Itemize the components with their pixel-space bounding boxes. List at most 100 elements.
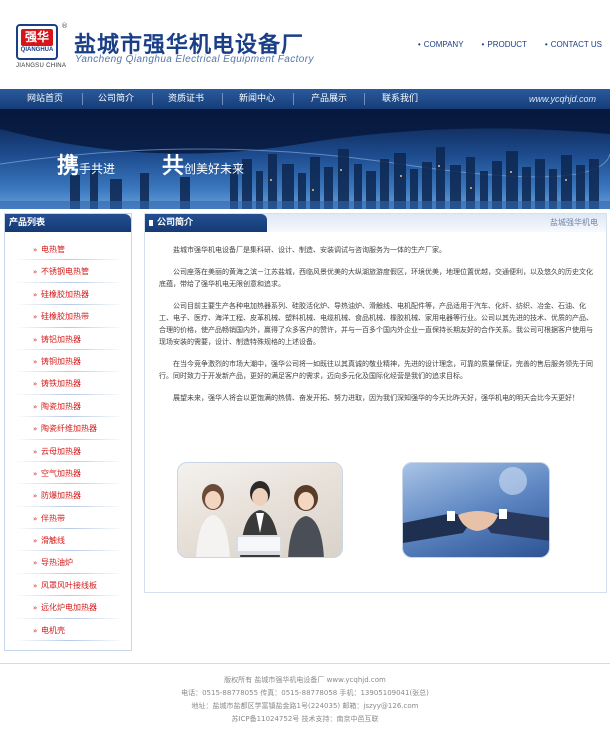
sidebar-product-label: 电热管 bbox=[41, 245, 65, 254]
breadcrumb: 盐城强华机电 bbox=[550, 218, 598, 227]
sidebar-product-label: 云母加热器 bbox=[41, 446, 81, 456]
sidebar-product-label: 导热油炉 bbox=[41, 558, 73, 568]
sidebar-product-label: 铸铝加热器 bbox=[41, 334, 81, 344]
team-photo-image bbox=[196, 481, 324, 557]
double-arrow-icon: » bbox=[33, 626, 38, 635]
sidebar-product-item[interactable]: » 硅橡胶加热器 bbox=[5, 285, 131, 307]
product-list: » 电热管» 不锈钢电热管» 硅橡胶加热器» 硅橡胶加热带» 铸铝加热器» 铸铜加热器» 铸铁… bbox=[5, 240, 131, 643]
sidebar-product-item[interactable]: » 电热管 bbox=[5, 240, 131, 262]
item-divider bbox=[15, 304, 125, 306]
nav-item-home[interactable]: 网站首页 bbox=[10, 89, 80, 109]
slogan-2-rest: 创美好未来 bbox=[184, 162, 245, 176]
bullet-icon bbox=[149, 220, 153, 226]
double-arrow-icon: » bbox=[33, 402, 38, 411]
sidebar-product-label: 陶瓷加热器 bbox=[41, 401, 81, 411]
double-arrow-icon: » bbox=[33, 514, 38, 523]
double-arrow-icon: » bbox=[33, 559, 38, 568]
slogan-1-rest: 手共进 bbox=[79, 162, 116, 176]
dot-icon: • bbox=[417, 40, 421, 49]
double-arrow-icon: » bbox=[33, 447, 38, 456]
item-divider bbox=[15, 281, 125, 283]
main-content: 公司简介 盐城强华机电 盐城市强华机电设备厂是集科研、设计、制造、安装调试与咨询… bbox=[144, 213, 607, 593]
item-divider bbox=[15, 528, 125, 530]
sidebar-product-item[interactable]: » 滑触线 bbox=[5, 531, 131, 553]
paragraph: 公司座落在美丽的黄海之滨－江苏盐城，西临风景优美的大纵湖旅游度假区，环境优美，地… bbox=[159, 268, 593, 288]
sidebar-product-item[interactable]: » 云母加热器 bbox=[5, 442, 131, 464]
top-link-company[interactable]: • COMPANY bbox=[418, 40, 464, 49]
double-arrow-icon: » bbox=[33, 313, 38, 322]
sidebar-product-item[interactable]: » 陶瓷加热器 bbox=[5, 397, 131, 419]
sidebar-product-label: 风罩风叶接线板 bbox=[41, 580, 97, 590]
double-arrow-icon: » bbox=[33, 604, 38, 613]
sidebar-product-item[interactable]: » 风罩风叶接线板 bbox=[5, 576, 131, 598]
footer-address: 地址：盐城市盐都区学富镇盐金路1号(224035) 邮箱：jszyy@126.c… bbox=[191, 702, 419, 710]
handshake-image bbox=[403, 467, 549, 543]
nav-item-certificates[interactable]: 资质证书 bbox=[151, 89, 221, 109]
item-divider bbox=[15, 326, 125, 328]
item-divider bbox=[15, 617, 125, 619]
double-arrow-icon: » bbox=[33, 357, 38, 366]
nav-item-about[interactable]: 公司简介 bbox=[81, 89, 151, 109]
double-arrow-icon: » bbox=[33, 492, 38, 501]
paragraph: 公司目前主要生产各种电加热器系列、硅胶活化炉、导热油炉、滑触线、电机配件等，产品… bbox=[159, 302, 593, 346]
paragraph: 在当今竞争激烈的市场大潮中，强华公司将一如既往以其真诚的敬业精神，先进的设计理念… bbox=[159, 360, 593, 380]
sidebar-product-item[interactable]: » 不锈钢电热管 bbox=[5, 262, 131, 284]
company-name-en: Yancheng Qianghua Electrical Equipment F… bbox=[75, 54, 314, 65]
sidebar-product-label: 伴热带 bbox=[41, 513, 65, 523]
sidebar-product-item[interactable]: » 导热油炉 bbox=[5, 553, 131, 575]
content-header: 公司简介 盐城强华机电 bbox=[145, 214, 606, 232]
sidebar-product-item[interactable]: » 伴热带 bbox=[5, 509, 131, 531]
top-link-label: PRODUCT bbox=[487, 40, 527, 49]
item-divider bbox=[15, 348, 125, 350]
sidebar-product-item[interactable]: » 硅橡胶加热带 bbox=[5, 307, 131, 329]
sidebar-product-item[interactable]: » 空气加热器 bbox=[5, 464, 131, 486]
double-arrow-icon: » bbox=[33, 268, 38, 277]
sidebar-product-label: 防爆加热器 bbox=[41, 491, 81, 501]
handshake-photo bbox=[402, 462, 550, 558]
item-divider bbox=[15, 595, 125, 597]
footer-copyright: 版权所有 盐城市强华机电设备厂 www.ycqhjd.com bbox=[224, 676, 386, 684]
sidebar-product-item[interactable]: » 远化炉电加热器 bbox=[5, 598, 131, 620]
company-logo[interactable]: 强华 QIANGHUA bbox=[16, 24, 58, 60]
nav-item-contact[interactable]: 联系我们 bbox=[365, 89, 435, 109]
sidebar-product-item[interactable]: » 铸铜加热器 bbox=[5, 352, 131, 374]
nav-domain: www.ycqhjd.com bbox=[528, 94, 596, 104]
sidebar-product-item[interactable]: » 铸铁加热器 bbox=[5, 374, 131, 396]
slogan-1-big: 携 bbox=[57, 154, 80, 179]
sidebar-product-label: 铸铜加热器 bbox=[41, 356, 81, 366]
item-divider bbox=[15, 550, 125, 552]
double-arrow-icon: » bbox=[33, 290, 38, 299]
top-link-label: COMPANY bbox=[423, 40, 464, 49]
top-link-label: CONTACT US bbox=[550, 40, 602, 49]
site-header: 强华 QIANGHUA ® JIANGSU CHINA 盐城市强华机电设备厂 Y… bbox=[0, 0, 610, 88]
sidebar-product-label: 不锈钢电热管 bbox=[41, 267, 89, 277]
item-divider bbox=[15, 371, 125, 373]
main-nav: 网站首页 公司简介 资质证书 新闻中心 产品展示 联系我们 www.ycqhjd… bbox=[0, 89, 610, 109]
top-link-product[interactable]: • PRODUCT bbox=[482, 40, 527, 49]
item-divider bbox=[15, 505, 125, 507]
item-divider bbox=[15, 259, 125, 261]
top-link-contact[interactable]: • CONTACT US bbox=[545, 40, 602, 49]
banner-slogan-1: 携手共进 bbox=[57, 148, 115, 180]
sidebar-product-label: 硅橡胶加热带 bbox=[41, 312, 89, 322]
sidebar-product-label: 铸铁加热器 bbox=[41, 379, 81, 389]
product-sidebar: 产品列表 » 电热管» 不锈钢电热管» 硅橡胶加热器» 硅橡胶加热带» 铸铝加热器» 铸铜加… bbox=[4, 213, 132, 651]
item-divider bbox=[15, 572, 125, 574]
content-tab-title: 公司简介 bbox=[157, 218, 194, 228]
nav-item-news[interactable]: 新闻中心 bbox=[222, 89, 292, 109]
content-tab: 公司简介 bbox=[145, 214, 267, 232]
sidebar-product-item[interactable]: » 陶瓷纤维加热器 bbox=[5, 419, 131, 441]
nav-item-products[interactable]: 产品展示 bbox=[294, 89, 364, 109]
site-footer: 版权所有 盐城市强华机电设备厂 www.ycqhjd.com 电话：0515-8… bbox=[0, 663, 610, 735]
item-divider bbox=[15, 438, 125, 440]
sidebar-product-item[interactable]: » 防爆加热器 bbox=[5, 486, 131, 508]
sidebar-product-item[interactable]: » 铸铝加热器 bbox=[5, 330, 131, 352]
item-divider bbox=[15, 640, 125, 642]
sidebar-product-item[interactable]: » 电机壳 bbox=[5, 621, 131, 643]
registered-mark: ® bbox=[61, 22, 68, 30]
sidebar-product-label: 陶瓷纤维加热器 bbox=[41, 424, 97, 434]
double-arrow-icon: » bbox=[33, 380, 38, 389]
logo-subtitle: JIANGSU CHINA bbox=[16, 63, 67, 69]
company-intro-article: 盐城市强华机电设备厂是集科研、设计、制造、安装调试与咨询服务为一体的生产厂家。 … bbox=[159, 244, 595, 414]
paragraph: 盐城市强华机电设备厂是集科研、设计、制造、安装调试与咨询服务为一体的生产厂家。 bbox=[173, 246, 446, 254]
